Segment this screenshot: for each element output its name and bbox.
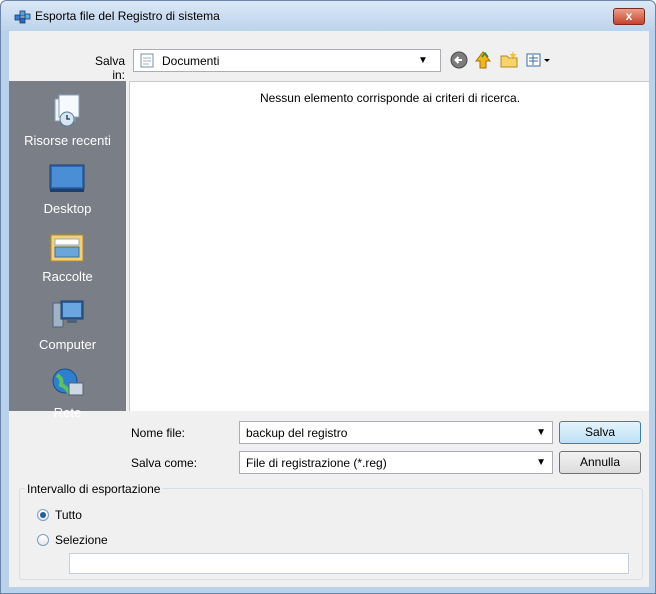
filename-label: Nome file: (131, 426, 186, 440)
new-folder-icon[interactable] (499, 49, 519, 71)
up-folder-icon[interactable] (473, 49, 493, 71)
place-computer[interactable]: Computer (9, 293, 126, 361)
export-registry-dialog: Esporta file del Registro di sistema x S… (0, 0, 656, 594)
chevron-down-icon: ▼ (418, 55, 428, 66)
place-label: Risorse recenti (24, 133, 111, 148)
selection-input[interactable] (69, 553, 629, 574)
save-in-combo[interactable]: Documenti ▼ (133, 49, 441, 72)
places-bar: Risorse recenti Desktop Raccolte Compute… (9, 81, 126, 420)
save-in-label: Salva in: (94, 54, 125, 82)
save-button[interactable]: Salva (559, 421, 641, 444)
empty-message: Nessun elemento corrisponde ai criteri d… (259, 91, 521, 105)
savetype-select[interactable]: File di registrazione (*.reg) ▼ (239, 451, 553, 474)
place-libraries[interactable]: Raccolte (9, 225, 126, 293)
title-bar[interactable]: Esporta file del Registro di sistema x (1, 1, 655, 31)
back-icon[interactable] (449, 49, 469, 71)
place-desktop[interactable]: Desktop (9, 157, 126, 225)
radio-all-label[interactable]: Tutto (55, 508, 82, 522)
filename-value: backup del registro (246, 426, 348, 440)
network-icon (52, 368, 84, 396)
window-title: Esporta file del Registro di sistema (35, 9, 220, 23)
place-label: Desktop (43, 201, 92, 216)
savetype-label: Salva come: (131, 456, 198, 470)
dialog-body: Salva in: Documenti ▼ Risorse recenti De… (9, 31, 649, 587)
place-label: Raccolte (42, 269, 93, 284)
documents-folder-icon (140, 53, 154, 68)
chevron-down-icon[interactable]: ▼ (536, 427, 546, 438)
chevron-down-icon: ▼ (536, 457, 546, 468)
filename-field[interactable]: backup del registro ▼ (239, 421, 553, 444)
computer-icon (52, 300, 84, 328)
file-list[interactable]: Nessun elemento corrisponde ai criteri d… (129, 81, 649, 411)
close-button[interactable]: x (613, 8, 645, 25)
save-in-value: Documenti (162, 54, 220, 68)
radio-selection[interactable] (37, 534, 49, 546)
libraries-icon (50, 234, 84, 262)
place-label: Rete (53, 405, 82, 420)
registry-editor-icon (14, 10, 31, 24)
radio-selection-label[interactable]: Selezione (55, 533, 108, 547)
close-icon: x (625, 9, 633, 23)
cancel-button[interactable]: Annulla (559, 451, 641, 474)
export-range-legend: Intervallo di esportazione (25, 482, 163, 496)
place-recent[interactable]: Risorse recenti (9, 89, 126, 157)
recent-places-icon (54, 94, 80, 127)
radio-all[interactable] (37, 509, 49, 521)
desktop-icon (49, 164, 85, 192)
view-menu-button[interactable] (525, 49, 553, 71)
place-network[interactable]: Rete (9, 361, 126, 429)
place-label: Computer (38, 337, 97, 352)
view-menu-icon (526, 53, 550, 67)
savetype-value: File di registrazione (*.reg) (246, 456, 387, 470)
